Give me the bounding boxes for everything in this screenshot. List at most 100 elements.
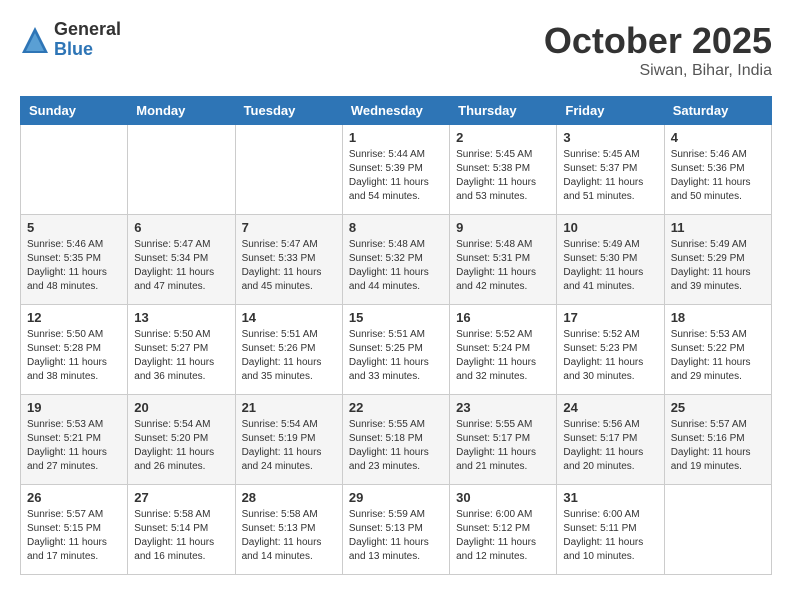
calendar-table: SundayMondayTuesdayWednesdayThursdayFrid… — [20, 96, 772, 575]
calendar-header-wednesday: Wednesday — [342, 97, 449, 125]
day-number: 17 — [563, 310, 657, 325]
calendar-cell: 27 Sunrise: 5:58 AM Sunset: 5:14 PM Dayli… — [128, 485, 235, 575]
day-info: Sunrise: 5:51 AM Sunset: 5:26 PM Dayligh… — [242, 328, 336, 384]
calendar-cell: 22Sunrise: 5:55 AM Sunset: 5:18 PM Dayli… — [342, 395, 449, 485]
day-info: Sunrise: 5:51 AM Sunset: 5:25 PM Dayligh… — [349, 328, 443, 384]
day-info: Sunrise: 5:49 AM Sunset: 5:30 PM Dayligh… — [563, 238, 657, 294]
day-info: Sunrise: 5:54 AM Sunset: 5:20 PM Dayligh… — [134, 418, 228, 474]
day-number: 28 — [242, 490, 336, 505]
calendar-cell: 1Sunrise: 5:44 AM Sunset: 5:39 PM Daylig… — [342, 125, 449, 215]
logo-text: General Blue — [54, 20, 121, 60]
logo-general-text: General — [54, 20, 121, 40]
day-number: 21 — [242, 400, 336, 415]
calendar-header-row: SundayMondayTuesdayWednesdayThursdayFrid… — [21, 97, 772, 125]
calendar-cell: 2 Sunrise: 5:45 AM Sunset: 5:38 PM Daylig… — [450, 125, 557, 215]
day-number: 13 — [134, 310, 228, 325]
page: General Blue October 2025 Siwan, Bihar, … — [0, 0, 792, 595]
day-info: Sunrise: 5:46 AM Sunset: 5:36 PM Dayligh… — [671, 148, 765, 204]
day-number: 24 — [563, 400, 657, 415]
day-number: 19 — [27, 400, 121, 415]
calendar-cell: 17 Sunrise: 5:52 AM Sunset: 5:23 PM Dayli… — [557, 305, 664, 395]
calendar-cell — [664, 485, 771, 575]
day-info: Sunrise: 5:45 AM Sunset: 5:37 PM Dayligh… — [563, 148, 657, 204]
day-info: Sunrise: 5:56 AM Sunset: 5:17 PM Dayligh… — [563, 418, 657, 474]
day-number: 16 — [456, 310, 550, 325]
day-number: 8 — [349, 220, 443, 235]
calendar-cell: 11 Sunrise: 5:49 AM Sunset: 5:29 PM Dayli… — [664, 215, 771, 305]
calendar-cell: 13 Sunrise: 5:50 AM Sunset: 5:27 PM Dayli… — [128, 305, 235, 395]
day-number: 15 — [349, 310, 443, 325]
day-number: 20 — [134, 400, 228, 415]
calendar-cell: 20 Sunrise: 5:54 AM Sunset: 5:20 PM Dayli… — [128, 395, 235, 485]
title-block: October 2025 Siwan, Bihar, India — [544, 20, 772, 80]
calendar-cell: 25Sunrise: 5:57 AM Sunset: 5:16 PM Dayli… — [664, 395, 771, 485]
day-number: 14 — [242, 310, 336, 325]
calendar-cell: 7Sunrise: 5:47 AM Sunset: 5:33 PM Daylig… — [235, 215, 342, 305]
calendar-cell: 3 Sunrise: 5:45 AM Sunset: 5:37 PM Daylig… — [557, 125, 664, 215]
calendar-header-sunday: Sunday — [21, 97, 128, 125]
day-number: 10 — [563, 220, 657, 235]
logo: General Blue — [20, 20, 121, 60]
calendar-week-2: 12Sunrise: 5:50 AM Sunset: 5:28 PM Dayli… — [21, 305, 772, 395]
day-info: Sunrise: 5:48 AM Sunset: 5:32 PM Dayligh… — [349, 238, 443, 294]
day-info: Sunrise: 5:52 AM Sunset: 5:23 PM Dayligh… — [563, 328, 657, 384]
day-info: Sunrise: 5:45 AM Sunset: 5:38 PM Dayligh… — [456, 148, 550, 204]
calendar-cell: 6 Sunrise: 5:47 AM Sunset: 5:34 PM Daylig… — [128, 215, 235, 305]
day-number: 22 — [349, 400, 443, 415]
day-number: 9 — [456, 220, 550, 235]
calendar-week-0: 1Sunrise: 5:44 AM Sunset: 5:39 PM Daylig… — [21, 125, 772, 215]
calendar-cell: 10 Sunrise: 5:49 AM Sunset: 5:30 PM Dayli… — [557, 215, 664, 305]
day-number: 12 — [27, 310, 121, 325]
day-info: Sunrise: 6:00 AM Sunset: 5:12 PM Dayligh… — [456, 508, 550, 564]
day-number: 11 — [671, 220, 765, 235]
day-info: Sunrise: 5:52 AM Sunset: 5:24 PM Dayligh… — [456, 328, 550, 384]
calendar-cell: 28 Sunrise: 5:58 AM Sunset: 5:13 PM Dayli… — [235, 485, 342, 575]
calendar-cell: 14 Sunrise: 5:51 AM Sunset: 5:26 PM Dayli… — [235, 305, 342, 395]
calendar-cell: 31Sunrise: 6:00 AM Sunset: 5:11 PM Dayli… — [557, 485, 664, 575]
day-number: 4 — [671, 130, 765, 145]
day-info: Sunrise: 5:58 AM Sunset: 5:14 PM Dayligh… — [134, 508, 228, 564]
day-info: Sunrise: 5:53 AM Sunset: 5:22 PM Dayligh… — [671, 328, 765, 384]
calendar-header-thursday: Thursday — [450, 97, 557, 125]
calendar-cell: 23 Sunrise: 5:55 AM Sunset: 5:17 PM Dayli… — [450, 395, 557, 485]
calendar-cell — [128, 125, 235, 215]
day-number: 18 — [671, 310, 765, 325]
day-number: 27 — [134, 490, 228, 505]
day-info: Sunrise: 5:49 AM Sunset: 5:29 PM Dayligh… — [671, 238, 765, 294]
calendar-week-1: 5Sunrise: 5:46 AM Sunset: 5:35 PM Daylig… — [21, 215, 772, 305]
calendar-cell — [235, 125, 342, 215]
logo-icon — [20, 25, 50, 55]
day-number: 31 — [563, 490, 657, 505]
day-number: 26 — [27, 490, 121, 505]
calendar-cell: 5Sunrise: 5:46 AM Sunset: 5:35 PM Daylig… — [21, 215, 128, 305]
calendar-header-saturday: Saturday — [664, 97, 771, 125]
day-info: Sunrise: 5:53 AM Sunset: 5:21 PM Dayligh… — [27, 418, 121, 474]
calendar-cell: 9Sunrise: 5:48 AM Sunset: 5:31 PM Daylig… — [450, 215, 557, 305]
day-info: Sunrise: 5:54 AM Sunset: 5:19 PM Dayligh… — [242, 418, 336, 474]
day-number: 5 — [27, 220, 121, 235]
calendar-cell: 24 Sunrise: 5:56 AM Sunset: 5:17 PM Dayli… — [557, 395, 664, 485]
calendar-cell: 26Sunrise: 5:57 AM Sunset: 5:15 PM Dayli… — [21, 485, 128, 575]
calendar-cell: 16 Sunrise: 5:52 AM Sunset: 5:24 PM Dayli… — [450, 305, 557, 395]
day-info: Sunrise: 5:47 AM Sunset: 5:34 PM Dayligh… — [134, 238, 228, 294]
day-info: Sunrise: 5:58 AM Sunset: 5:13 PM Dayligh… — [242, 508, 336, 564]
logo-blue-text: Blue — [54, 40, 121, 60]
day-number: 7 — [242, 220, 336, 235]
day-number: 2 — [456, 130, 550, 145]
day-number: 6 — [134, 220, 228, 235]
location: Siwan, Bihar, India — [544, 62, 772, 80]
calendar-cell: 18 Sunrise: 5:53 AM Sunset: 5:22 PM Dayli… — [664, 305, 771, 395]
day-number: 30 — [456, 490, 550, 505]
day-number: 29 — [349, 490, 443, 505]
day-info: Sunrise: 5:55 AM Sunset: 5:17 PM Dayligh… — [456, 418, 550, 474]
calendar-header-tuesday: Tuesday — [235, 97, 342, 125]
day-number: 3 — [563, 130, 657, 145]
calendar-cell: 21 Sunrise: 5:54 AM Sunset: 5:19 PM Dayli… — [235, 395, 342, 485]
day-info: Sunrise: 5:44 AM Sunset: 5:39 PM Dayligh… — [349, 148, 443, 204]
calendar-cell: 15 Sunrise: 5:51 AM Sunset: 5:25 PM Dayli… — [342, 305, 449, 395]
day-info: Sunrise: 5:59 AM Sunset: 5:13 PM Dayligh… — [349, 508, 443, 564]
calendar-cell: 30 Sunrise: 6:00 AM Sunset: 5:12 PM Dayli… — [450, 485, 557, 575]
calendar-cell: 29 Sunrise: 5:59 AM Sunset: 5:13 PM Dayli… — [342, 485, 449, 575]
day-info: Sunrise: 5:50 AM Sunset: 5:27 PM Dayligh… — [134, 328, 228, 384]
day-number: 23 — [456, 400, 550, 415]
